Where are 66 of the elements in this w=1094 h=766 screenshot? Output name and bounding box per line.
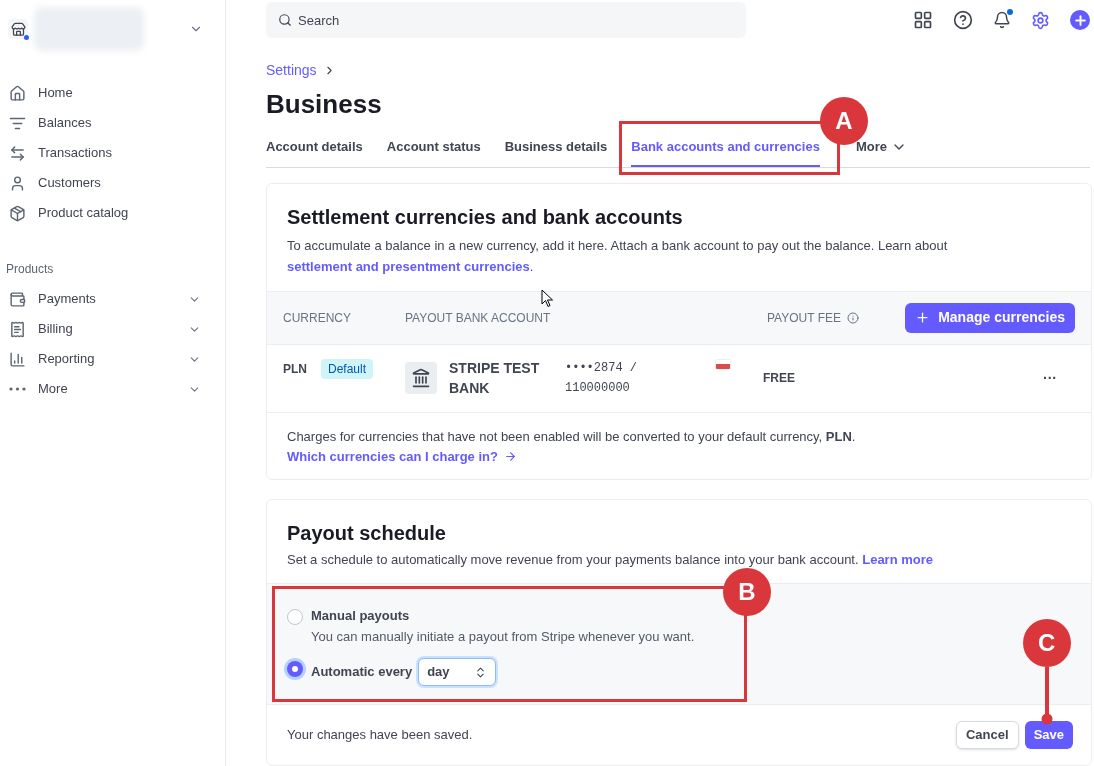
interval-select[interactable]: day xyxy=(418,658,497,686)
sidebar-item[interactable]: More xyxy=(0,374,225,404)
radio-button[interactable] xyxy=(287,661,303,677)
option-hint: You can manually initiate a payout from Stripe whenever you want. xyxy=(311,627,695,646)
cancel-button[interactable]: Cancel xyxy=(956,721,1019,749)
table-cell-text: ••••2874 / 110000000 xyxy=(565,360,638,397)
manage-currencies-button[interactable]: Manage currencies xyxy=(905,302,1075,333)
tab[interactable]: Bank accounts and currencies xyxy=(631,137,820,167)
home-icon xyxy=(9,84,26,102)
help-link[interactable]: Which currencies can I charge in? xyxy=(287,446,1071,467)
card-description: Set a schedule to automatically move revenue from your payments balance into your bank account. Learn more xyxy=(287,550,935,569)
callout-marker: B xyxy=(723,568,771,616)
poland-flag-icon xyxy=(715,358,731,370)
tab[interactable]: Account details xyxy=(266,137,363,167)
table-cell-text: FREE xyxy=(763,370,795,387)
inline-link[interactable]: settlement and presentment currencies xyxy=(287,258,530,274)
column-header: PAYOUT BANK ACCOUNT xyxy=(405,309,552,327)
tab[interactable]: Business details xyxy=(504,137,608,167)
search-field[interactable]: Search xyxy=(266,2,746,38)
table-cell-text: STRIPE TEST BANK xyxy=(448,359,541,398)
settings-icon[interactable] xyxy=(1031,10,1050,30)
status-message: Your changes have been saved. xyxy=(287,726,473,745)
sidebar-item[interactable]: Balances xyxy=(0,108,225,138)
notifications-icon[interactable] xyxy=(993,11,1011,29)
card-heading: Settlement currencies and bank accounts xyxy=(287,204,684,230)
bar-chart-icon xyxy=(9,350,26,368)
breadcrumb-link[interactable]: Settings xyxy=(266,60,317,81)
sidebar-item[interactable]: Customers xyxy=(0,168,225,198)
bank-icon xyxy=(405,362,437,394)
person-icon xyxy=(9,174,26,192)
radio-button[interactable] xyxy=(287,609,303,625)
section-title: Products xyxy=(5,261,55,278)
card-description: To accumulate a balance in a new currency, add it here. Attach a bank account to pay out the balance. Learn about settlement and presentment currencies. xyxy=(287,236,949,276)
option-label: Automatic every xyxy=(311,663,413,682)
sidebar-item[interactable]: Reporting xyxy=(0,344,225,374)
arrows-icon xyxy=(9,144,26,162)
plus-icon xyxy=(915,310,931,325)
pointer-line xyxy=(1040,667,1053,725)
table-cell-text: PLN xyxy=(283,360,308,378)
column-header: CURRENCY xyxy=(283,309,352,327)
inline-link[interactable]: Learn more xyxy=(862,551,934,567)
box-icon xyxy=(9,204,26,222)
help-icon[interactable] xyxy=(953,10,973,30)
dots-icon xyxy=(9,387,26,391)
arrow-right-icon xyxy=(503,450,517,463)
add-icon[interactable] xyxy=(1070,10,1090,30)
status-badge: Default xyxy=(321,358,373,379)
receipt-icon xyxy=(9,320,26,338)
sidebar-item[interactable]: Product catalog xyxy=(0,198,225,228)
sidebar-item[interactable]: Home xyxy=(0,78,225,108)
option-label: Manual payouts xyxy=(311,607,410,625)
note-text: Charges for currencies that have not been enabled will be converted to your default currency, PLN. xyxy=(287,427,857,446)
column-header: PAYOUT FEE xyxy=(767,309,841,327)
info-icon xyxy=(847,311,859,324)
card-heading: Payout schedule xyxy=(287,520,447,546)
store-icon xyxy=(8,19,28,39)
tab[interactable]: Account status xyxy=(386,137,481,167)
save-button[interactable]: Save xyxy=(1024,721,1073,749)
sidebar-item[interactable]: Billing xyxy=(0,314,225,344)
apps-icon[interactable] xyxy=(913,10,933,30)
sidebar-item[interactable]: Payments xyxy=(0,284,225,314)
wallet-icon xyxy=(9,290,26,308)
search-icon xyxy=(278,13,292,27)
sidebar-item[interactable]: Transactions xyxy=(0,138,225,168)
more-menu[interactable]: ··· xyxy=(1043,367,1057,389)
page-title: Business xyxy=(266,88,382,121)
